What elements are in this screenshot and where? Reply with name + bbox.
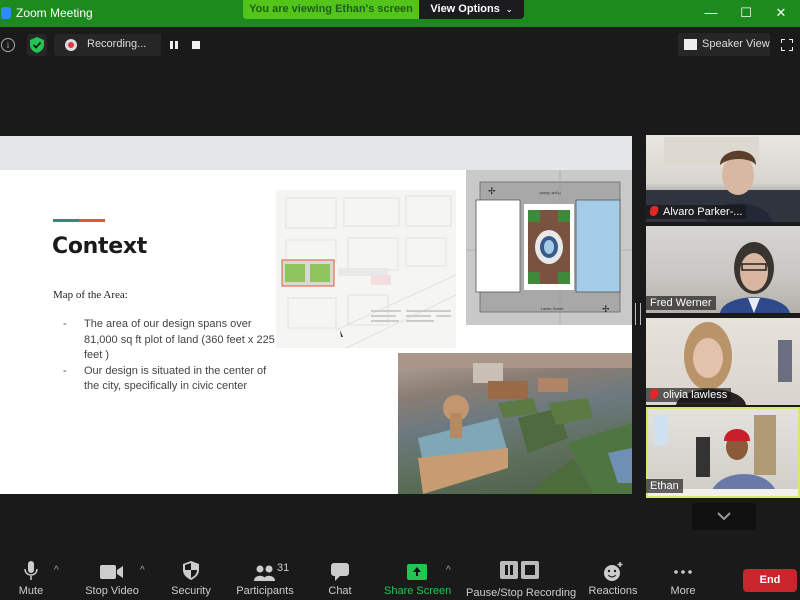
app-title: Zoom Meeting [16,6,93,20]
slide-header-bar [0,136,632,170]
pause-stop-recording-label: Pause/Stop Recording [466,587,577,599]
speaker-view-icon [684,39,697,50]
meeting-top-bar: i Recording... Speaker View [0,27,800,63]
participant-name: Fred Werner [650,297,712,309]
video-options-caret-icon[interactable]: ^ [140,565,145,576]
muted-mic-icon [649,206,659,216]
participants-icon [254,565,275,581]
title-accent-line [53,219,105,222]
bullet-item: - The area of our design spans over 81,0… [63,317,283,364]
slide-subtitle: Map of the Area: [53,289,128,301]
encryption-shield-button[interactable] [27,34,47,56]
recording-indicator: Recording... [54,34,209,56]
stop-recording-button[interactable] [183,34,209,56]
meeting-toolbar: Mute ^ Stop Video ^ Security 31 Particip… [0,555,800,600]
audio-options-caret-icon[interactable]: ^ [54,565,59,576]
bullet-marker: - [63,364,67,377]
share-screen-arrow-icon [407,564,427,580]
participant-name: olivia lawless [663,389,728,401]
slide-bullets: - The area of our design spans over 81,0… [63,317,283,395]
more-button[interactable]: More [664,555,702,600]
recording-label: Recording... [87,38,147,50]
chevron-down-icon [717,512,731,521]
plan-street-bottom: Larkin Street [541,306,565,311]
participant-tile[interactable]: olivia lawless [646,318,800,405]
shared-screen-slide: Hyde Street Larkin Street ✢ ✢ Context Ma [0,136,632,494]
site-map-image [276,190,457,349]
share-options-caret-icon[interactable]: ^ [446,565,451,576]
participant-name-label: Alvaro Parker-... [646,205,747,219]
view-options-button[interactable]: View Options ⌄ [419,0,524,19]
participants-count: 31 [277,562,290,574]
participants-label: Participants [236,585,294,597]
mute-button[interactable]: Mute [10,555,52,600]
accent-teal [53,219,79,222]
scroll-participants-down-button[interactable] [692,503,756,530]
participant-name: Alvaro Parker-... [663,206,743,218]
chat-label: Chat [328,585,352,597]
svg-text:✢: ✢ [488,186,496,196]
site-plan-image: Hyde Street Larkin Street ✢ ✢ [466,170,632,325]
more-ellipsis-icon [674,570,692,574]
fullscreen-icon[interactable] [781,39,793,51]
video-camera-icon [100,565,123,579]
security-label: Security [171,585,211,597]
title-bar: Zoom Meeting You are viewing Ethan's scr… [0,0,800,27]
aerial-render-image [398,353,632,494]
plan-street-top: Hyde Street [539,191,561,196]
reactions-label: Reactions [588,585,638,597]
bullet-text: The area of our design spans over 81,000… [84,318,275,361]
chevron-down-icon: ⌄ [505,5,513,14]
participant-name-label: Fred Werner [646,296,716,310]
pause-stop-recording-icon [500,561,539,579]
participants-button[interactable]: 31 Participants [232,555,298,600]
participant-name: Ethan [650,480,679,492]
participant-tile-active-speaker[interactable]: Ethan [646,407,800,498]
reactions-smiley-icon [604,562,623,581]
close-button[interactable]: ✕ [771,4,791,22]
security-button[interactable]: Security [168,555,214,600]
chat-bubble-icon [331,563,349,581]
accent-orange [79,219,105,222]
share-screen-button[interactable]: Share Screen [384,555,452,600]
view-options-label: View Options [430,3,500,15]
minimize-button[interactable]: — [701,4,721,22]
shield-check-icon [30,37,44,53]
reactions-button[interactable]: Reactions [588,555,638,600]
participant-name-label: Ethan [646,479,683,493]
mute-label: Mute [18,585,44,597]
microphone-icon [24,561,38,580]
zoom-logo-icon [1,7,11,19]
pause-stop-recording-button[interactable]: Pause/Stop Recording [466,555,577,600]
more-label: More [670,585,696,597]
participant-tile[interactable]: Alvaro Parker-... [646,135,800,222]
stop-video-button[interactable]: Stop Video [82,555,142,600]
speaker-view-button[interactable]: Speaker View [678,33,770,56]
svg-text:✢: ✢ [602,304,610,314]
stop-icon [192,41,200,49]
stop-video-label: Stop Video [85,585,139,597]
end-meeting-button[interactable]: End [743,569,797,592]
bullet-marker: - [63,318,67,330]
participant-tile[interactable]: Fred Werner [646,226,800,313]
panel-resize-handle[interactable] [635,303,641,325]
bullet-item: - Our design is situated in the center o… [63,364,283,395]
chat-button[interactable]: Chat [322,555,358,600]
muted-mic-icon [649,389,659,399]
share-screen-label: Share Screen [384,585,452,597]
recording-dot-icon [65,39,77,51]
viewing-screen-banner: You are viewing Ethan's screen [243,0,419,19]
maximize-button[interactable]: ☐ [736,4,756,22]
participant-name-label: olivia lawless [646,388,732,402]
speaker-view-label: Speaker View [702,38,770,50]
slide-title: Context [52,234,147,259]
bullet-text: Our design is situated in the center of … [84,364,267,393]
meeting-info-icon[interactable]: i [1,38,15,52]
security-shield-icon [183,561,199,580]
